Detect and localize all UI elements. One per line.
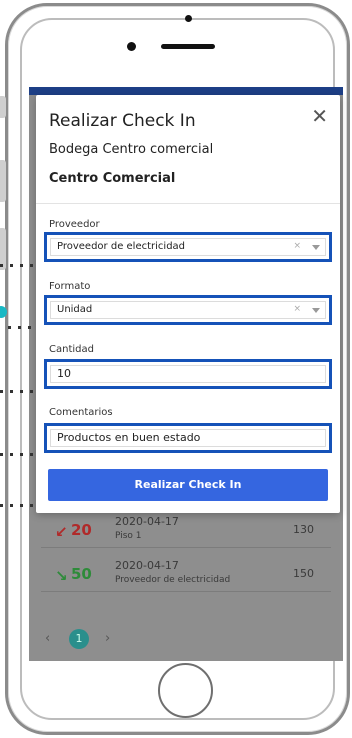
speaker-grille	[161, 44, 215, 49]
app-top-bar	[29, 87, 343, 95]
close-icon[interactable]: ✕	[311, 104, 328, 128]
chevron-down-icon[interactable]	[312, 245, 320, 250]
callout-line	[0, 378, 42, 393]
phone-volume-up	[0, 160, 6, 202]
list-item-date: 2020-04-17	[115, 515, 179, 528]
callout-line	[0, 441, 42, 456]
modal-divider	[36, 203, 340, 204]
list-item-qty: 50	[71, 565, 92, 583]
provider-select[interactable]: Proveedor de electricidad ×	[44, 232, 332, 262]
quantity-value: 10	[57, 367, 71, 380]
home-button[interactable]	[158, 663, 213, 718]
list-item-value: 150	[293, 567, 314, 580]
phone-side-button	[0, 96, 6, 118]
format-value: Unidad	[57, 304, 93, 315]
pagination-prev-icon[interactable]: ‹	[45, 631, 50, 646]
format-select[interactable]: Unidad ×	[44, 295, 332, 325]
pagination-current-page[interactable]: 1	[69, 629, 89, 649]
comments-value: Productos en buen estado	[57, 431, 201, 444]
warehouse-name: Bodega Centro comercial	[49, 142, 214, 157]
pagination: ‹ 1 ›	[29, 627, 343, 657]
list-item-date: 2020-04-17	[115, 559, 179, 572]
provider-label: Proveedor	[49, 219, 100, 230]
quantity-label: Cantidad	[49, 344, 94, 355]
list-item-value: 130	[293, 523, 314, 536]
quantity-input[interactable]: 10	[44, 359, 332, 389]
comments-label: Comentarios	[49, 407, 113, 418]
front-camera-icon	[127, 42, 136, 51]
comments-input[interactable]: Productos en buen estado	[44, 423, 332, 453]
list-item-subtitle: Piso 1	[115, 531, 142, 541]
location-name: Centro Comercial	[49, 171, 176, 186]
provider-value: Proveedor de electricidad	[57, 241, 186, 252]
callout-line	[8, 314, 50, 329]
clear-icon[interactable]: ×	[293, 304, 301, 314]
format-label: Formato	[49, 281, 91, 292]
pagination-next-icon[interactable]: ›	[105, 631, 110, 646]
arrow-down-left-icon: ↙	[55, 523, 68, 541]
submit-check-in-button[interactable]: Realizar Check In	[48, 469, 328, 501]
list-item-qty: 20	[71, 521, 92, 539]
list-item[interactable]: ↙ 20 2020-04-17 Piso 1 130	[41, 513, 331, 548]
arrow-down-right-icon: ↘	[55, 567, 68, 585]
check-in-modal: Realizar Check In ✕ Bodega Centro comerc…	[36, 95, 340, 513]
callout-line	[0, 492, 42, 507]
clear-icon[interactable]: ×	[293, 241, 301, 251]
callout-line	[0, 252, 42, 267]
list-item[interactable]: ↘ 50 2020-04-17 Proveedor de electricida…	[41, 557, 331, 592]
camera-icon	[185, 15, 192, 22]
list-item-subtitle: Proveedor de electricidad	[115, 575, 231, 585]
modal-title: Realizar Check In	[49, 111, 196, 131]
chevron-down-icon[interactable]	[312, 308, 320, 313]
